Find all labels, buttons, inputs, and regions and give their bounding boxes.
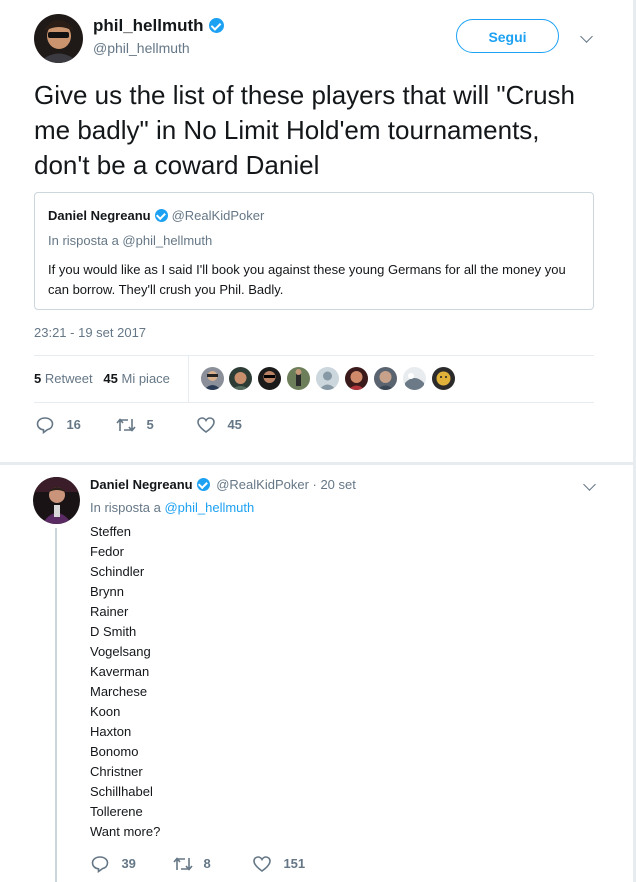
list-item: Christner [90,764,143,779]
verified-icon [196,478,210,491]
reply-prefix: In risposta a [90,500,161,515]
quoted-reply-to: In risposta a @phil_hellmuth [48,233,213,248]
like-button[interactable]: 45 [197,416,242,434]
like-button[interactable]: 151 [253,855,305,873]
chevron-down-icon[interactable] [580,30,593,43]
like-count: 151 [283,856,306,872]
follow-button[interactable]: Segui [456,19,559,53]
reply-handle-date[interactable]: @RealKidPoker · 20 set [216,477,356,492]
liker-avatar[interactable] [201,367,224,390]
list-item: Haxton [90,724,132,739]
liker-avatar[interactable] [374,367,397,390]
liker-avatar[interactable] [345,367,368,390]
reply-text: Steffen Fedor Schindler Brynn Rainer D S… [90,522,160,842]
list-item: Schindler [90,564,145,579]
reply-to-link[interactable]: @phil_hellmuth [164,500,254,515]
retweet-button[interactable]: 8 [173,855,211,873]
like-icon [253,856,271,872]
like-count: 45 [227,417,242,433]
retweet-icon [173,857,193,871]
list-item: Steffen [90,524,131,539]
list-item: Koon [90,704,121,719]
reply-count: 39 [121,856,136,872]
like-count: 45 [103,371,118,386]
reply-author-name[interactable]: Daniel Negreanu [90,477,193,492]
thread-line [55,528,57,882]
reply-context: In risposta a @phil_hellmuth [90,500,254,515]
list-item: Vogelsang [90,644,151,659]
quoted-tweet[interactable]: Daniel Negreanu @RealKidPoker In risposta… [34,192,594,310]
liker-avatar[interactable] [258,367,281,390]
liker-avatar[interactable] [403,367,426,390]
stats-separator [188,356,189,402]
quoted-author-name: Daniel Negreanu [48,208,151,223]
reply-author: Daniel Negreanu @RealKidPoker · 20 set [90,477,356,492]
reply-button[interactable]: 39 [91,855,136,874]
retweet-count: 5 [34,371,42,386]
reply-count: 16 [66,417,81,433]
quoted-handle: @RealKidPoker [171,208,265,223]
verified-icon [154,209,168,222]
liker-avatar[interactable] [229,367,252,390]
quoted-text: If you would like as I said I'll book yo… [48,262,566,297]
verified-icon [208,18,224,33]
author-avatar[interactable] [34,14,83,63]
list-item: Rainer [90,604,129,619]
liker-avatar[interactable] [287,367,310,390]
tweet-text: Give us the list of these players that w… [34,80,576,180]
list-item: Kaverman [90,664,150,679]
list-item: Brynn [90,584,124,599]
tweet-timestamp[interactable]: 23:21 - 19 set 2017 [34,325,146,340]
list-item: D Smith [90,624,137,639]
retweet-icon [116,418,136,432]
list-item: Schillhabel [90,784,153,799]
author-name[interactable]: phil_hellmuth [93,16,224,36]
list-item: Bonomo [90,744,139,759]
reply-icon [91,856,109,874]
like-label: Mi piace [121,371,170,386]
quoted-author: Daniel Negreanu @RealKidPoker [48,208,264,223]
reply-icon [36,417,54,435]
retweet-stat[interactable]: 5 Retweet [34,371,93,386]
author-handle[interactable]: @phil_hellmuth [93,40,190,56]
retweet-label: Retweet [44,371,93,386]
list-item: Want more? [90,824,161,839]
retweet-count: 8 [203,856,211,872]
retweet-button[interactable]: 5 [116,416,154,434]
divider [34,402,594,403]
author-name-text[interactable]: phil_hellmuth [93,16,204,35]
list-item: Tollerene [90,804,143,819]
list-item: Fedor [90,544,124,559]
list-item: Marchese [90,684,148,699]
reply-author-avatar[interactable] [33,477,80,524]
like-icon [197,417,215,433]
liker-avatar[interactable] [432,367,455,390]
tweet-stats: 5 Retweet 45 Mi piace [34,371,170,386]
liker-avatar[interactable] [316,367,339,390]
section-separator [0,462,636,465]
chevron-down-icon[interactable] [583,478,596,491]
like-stat[interactable]: 45 Mi piace [103,371,170,386]
reply-button[interactable]: 16 [36,416,81,435]
divider [34,355,594,356]
retweet-count: 5 [146,417,154,433]
